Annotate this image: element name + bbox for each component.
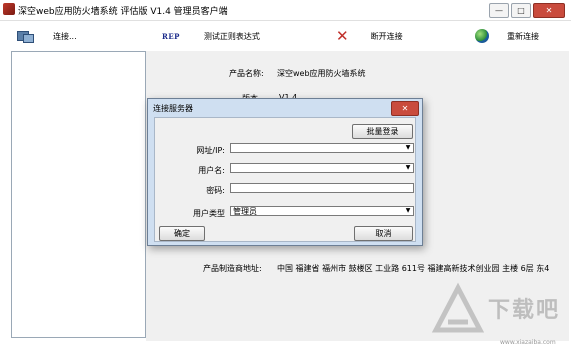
user-type-select[interactable]: 管理员 <box>230 206 414 216</box>
user-type-label: 用户类型 <box>193 209 225 218</box>
username-combobox[interactable] <box>230 163 414 173</box>
user-type-dropdown-icon[interactable]: ▼ <box>403 207 413 215</box>
server-list-panel[interactable] <box>11 51 146 338</box>
dialog-body: 批量登录 网址/IP: ▼ 用户名: ▼ 密码: 用户类型 管理员 ▼ 确定 取… <box>154 117 416 242</box>
title-bar: 深空web应用防火墙系统 评估版 V1.4 管理员客户端 — □ ✕ <box>0 0 571 21</box>
product-name-value: 深空web应用防火墙系统 <box>277 69 366 78</box>
test-regex-label: 测试正则表达式 <box>203 31 260 41</box>
test-regex-button[interactable]: REP 测试正则表达式 <box>162 22 260 50</box>
minimize-button[interactable]: — <box>489 3 509 18</box>
connect-label: 连接... <box>53 31 77 41</box>
url-label: 网址/IP: <box>196 146 225 155</box>
password-field[interactable] <box>230 183 414 193</box>
username-dropdown-icon[interactable]: ▼ <box>403 164 413 172</box>
disconnect-button[interactable]: ✕ 断开连接 <box>336 22 403 50</box>
address-label: 产品制造商地址: <box>203 264 262 273</box>
url-dropdown-icon[interactable]: ▼ <box>403 144 413 152</box>
connect-button[interactable]: 连接... <box>17 22 77 50</box>
app-icon <box>3 3 15 15</box>
batch-login-button[interactable]: 批量登录 <box>352 124 413 139</box>
cancel-button[interactable]: 取消 <box>354 226 413 241</box>
close-window-button[interactable]: ✕ <box>533 3 565 18</box>
watermark-logo-icon <box>431 282 485 333</box>
disconnect-x-icon: ✕ <box>336 26 349 45</box>
watermark-url: www.xiazaiba.com <box>500 339 556 346</box>
dialog-close-button[interactable]: ✕ <box>391 101 419 116</box>
username-label: 用户名: <box>198 166 225 175</box>
password-label: 密码: <box>206 186 225 195</box>
product-name-label: 产品名称: <box>229 69 264 78</box>
network-computers-icon <box>17 29 34 43</box>
url-combobox[interactable] <box>230 143 414 153</box>
window-controls: — □ ✕ <box>489 3 565 18</box>
regex-icon: REP <box>162 31 180 41</box>
reconnect-button[interactable]: 重新连接 <box>475 22 539 50</box>
dialog-title: 连接服务器 <box>153 104 193 113</box>
ok-button[interactable]: 确定 <box>159 226 205 241</box>
disconnect-label: 断开连接 <box>370 31 403 41</box>
address-value: 中国 福建省 福州市 鼓楼区 工业路 611号 福建高新技术创业园 主楼 6层 … <box>277 264 550 273</box>
watermark-text: 下载吧 <box>488 298 561 323</box>
toolbar: 连接... REP 测试正则表达式 ✕ 断开连接 重新连接 <box>0 22 571 50</box>
window-title: 深空web应用防火墙系统 评估版 V1.4 管理员客户端 <box>18 7 228 17</box>
maximize-button[interactable]: □ <box>511 3 531 18</box>
reconnect-label: 重新连接 <box>507 31 539 41</box>
connect-server-dialog: 连接服务器 ✕ 批量登录 网址/IP: ▼ 用户名: ▼ 密码: 用户类型 管理… <box>147 98 423 246</box>
globe-icon <box>475 29 489 43</box>
